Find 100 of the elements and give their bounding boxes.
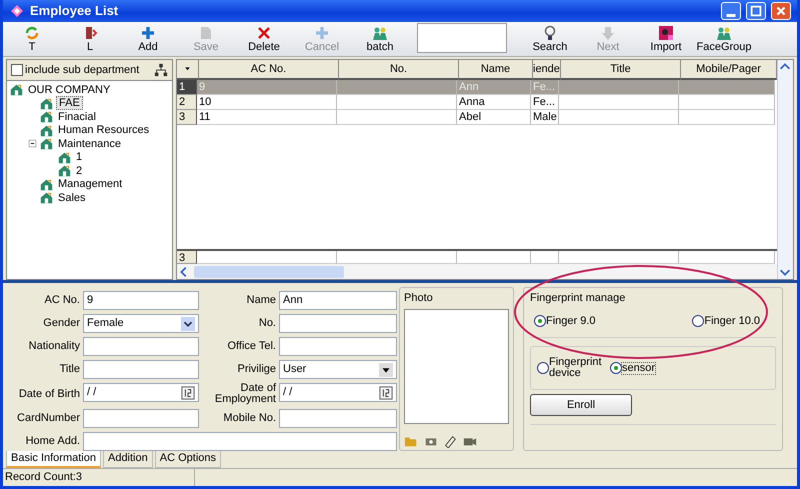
refresh-icon xyxy=(24,24,40,41)
checkbox-label: include sub department xyxy=(25,62,140,78)
field-label: Office Tel. xyxy=(226,341,276,352)
field-label: Name xyxy=(246,295,276,306)
tree-item[interactable]: Human Resources xyxy=(56,124,152,136)
table-row[interactable]: 1 9 Ann Fe... xyxy=(177,80,777,95)
minimize-button[interactable] xyxy=(721,2,741,20)
plus-icon xyxy=(314,24,330,41)
input-field[interactable] xyxy=(83,360,199,379)
column-header[interactable]: Mobile/Pager xyxy=(681,60,777,80)
tree-item[interactable]: Sales xyxy=(56,192,88,204)
table-row[interactable]: 3 11 Abel Male xyxy=(177,110,777,125)
tree-item[interactable]: 2 xyxy=(74,164,84,177)
vertical-scrollbar[interactable] xyxy=(777,60,793,279)
calendar-icon xyxy=(379,386,393,400)
group-title: Photo xyxy=(404,291,434,306)
tree-item[interactable]: Maintenance xyxy=(56,138,123,150)
house-icon xyxy=(40,137,53,150)
app-icon xyxy=(9,2,25,19)
toolbar-button[interactable]: Delete xyxy=(235,22,293,56)
radio-button[interactable] xyxy=(534,314,546,327)
house-icon xyxy=(40,110,53,124)
close-icon xyxy=(774,4,788,18)
dropdown-field[interactable]: User xyxy=(279,360,397,379)
checkbox[interactable] xyxy=(11,64,23,76)
table-cell: Ann xyxy=(457,80,531,95)
house-icon xyxy=(10,83,23,96)
collapse-icon[interactable] xyxy=(28,139,37,148)
minimize-icon xyxy=(726,14,736,17)
house-icon xyxy=(40,96,53,110)
toolbar-button[interactable]: FaceGroup xyxy=(695,22,753,56)
dropdown-field[interactable]: Female xyxy=(83,314,199,333)
calendar-icon xyxy=(181,386,195,400)
field-label: Title xyxy=(58,364,80,375)
toolbar-button[interactable]: T xyxy=(3,22,61,56)
tree-item[interactable]: 1 xyxy=(74,151,84,164)
delete-icon xyxy=(256,24,272,41)
field-label: CardNumber xyxy=(16,413,80,424)
input-field[interactable] xyxy=(83,432,397,451)
enroll-button[interactable]: Enroll xyxy=(530,394,632,416)
table-cell: 10 xyxy=(197,94,337,110)
input-field[interactable] xyxy=(83,337,199,356)
field-label: Date of Birth xyxy=(18,388,80,400)
toolbar-button[interactable]: Add xyxy=(119,22,177,56)
tree-item[interactable]: FAE xyxy=(56,96,83,110)
house-icon xyxy=(40,191,53,204)
radio-button[interactable] xyxy=(537,362,549,374)
radio-button[interactable] xyxy=(610,362,622,374)
eraser-icon[interactable] xyxy=(443,434,457,448)
search-field[interactable] xyxy=(417,22,507,53)
toolbar-button[interactable]: Import xyxy=(637,22,695,56)
date-field[interactable]: / / xyxy=(279,383,397,402)
input-field[interactable] xyxy=(83,409,199,428)
input-field[interactable] xyxy=(279,409,397,428)
bulb-icon xyxy=(542,24,558,41)
date-field[interactable]: / / xyxy=(83,383,199,402)
column-header[interactable]: No. xyxy=(339,60,459,80)
row-header: 2 xyxy=(177,94,197,110)
record-count: Record Count:3 xyxy=(3,469,195,486)
tree-item[interactable]: Management xyxy=(56,178,124,190)
field-label: AC No. xyxy=(44,295,80,306)
window-title: Employee List xyxy=(30,2,118,20)
table-cell: Fe... xyxy=(531,94,559,110)
radio-option[interactable]: Finger 10.0 xyxy=(692,312,760,329)
maximize-icon xyxy=(749,4,763,18)
table-row[interactable]: 2 10 Anna Fe... xyxy=(177,94,777,110)
tree-item[interactable]: OUR COMPANY xyxy=(26,84,112,96)
tab[interactable]: Basic Information xyxy=(6,451,101,468)
import-picture-icon xyxy=(658,24,674,41)
radio-option[interactable]: Finger 9.0 xyxy=(534,312,596,329)
table-cell: 9 xyxy=(197,80,337,95)
toolbar-button[interactable]: L xyxy=(61,22,119,56)
input-field[interactable]: 9 xyxy=(83,291,199,310)
down-arrow-icon xyxy=(600,24,616,41)
horizontal-scrollbar[interactable] xyxy=(177,264,777,279)
column-header[interactable]: Title xyxy=(561,60,681,80)
radio-option[interactable]: Fingerprint device xyxy=(537,357,599,379)
column-header[interactable]: Name xyxy=(459,60,533,80)
tab[interactable]: AC Options xyxy=(154,451,221,468)
house-icon xyxy=(58,150,71,164)
org-chart-icon xyxy=(154,62,168,77)
toolbar-button[interactable]: Search xyxy=(521,22,579,56)
tree-item[interactable]: Finacial xyxy=(56,110,98,123)
toolbar-button[interactable]: batch xyxy=(351,22,409,56)
column-header[interactable]: AC No. xyxy=(199,60,339,80)
tab[interactable]: Addition xyxy=(102,451,153,468)
radio-option[interactable]: sensor xyxy=(610,362,656,374)
column-header[interactable]: iende xyxy=(533,60,561,80)
radio-button[interactable] xyxy=(692,314,704,327)
input-field[interactable] xyxy=(279,337,397,356)
select-all-icon[interactable] xyxy=(177,60,199,80)
maximize-button[interactable] xyxy=(746,2,766,20)
input-field[interactable] xyxy=(279,314,397,333)
field-label: Home Add. xyxy=(24,436,80,447)
group-title: Fingerprint manage xyxy=(530,291,626,306)
field-label: Date of Employment xyxy=(214,383,276,405)
input-field[interactable]: Ann xyxy=(279,291,397,310)
close-button[interactable] xyxy=(771,2,791,20)
field-label: No. xyxy=(258,318,276,329)
people-icon xyxy=(372,24,388,41)
